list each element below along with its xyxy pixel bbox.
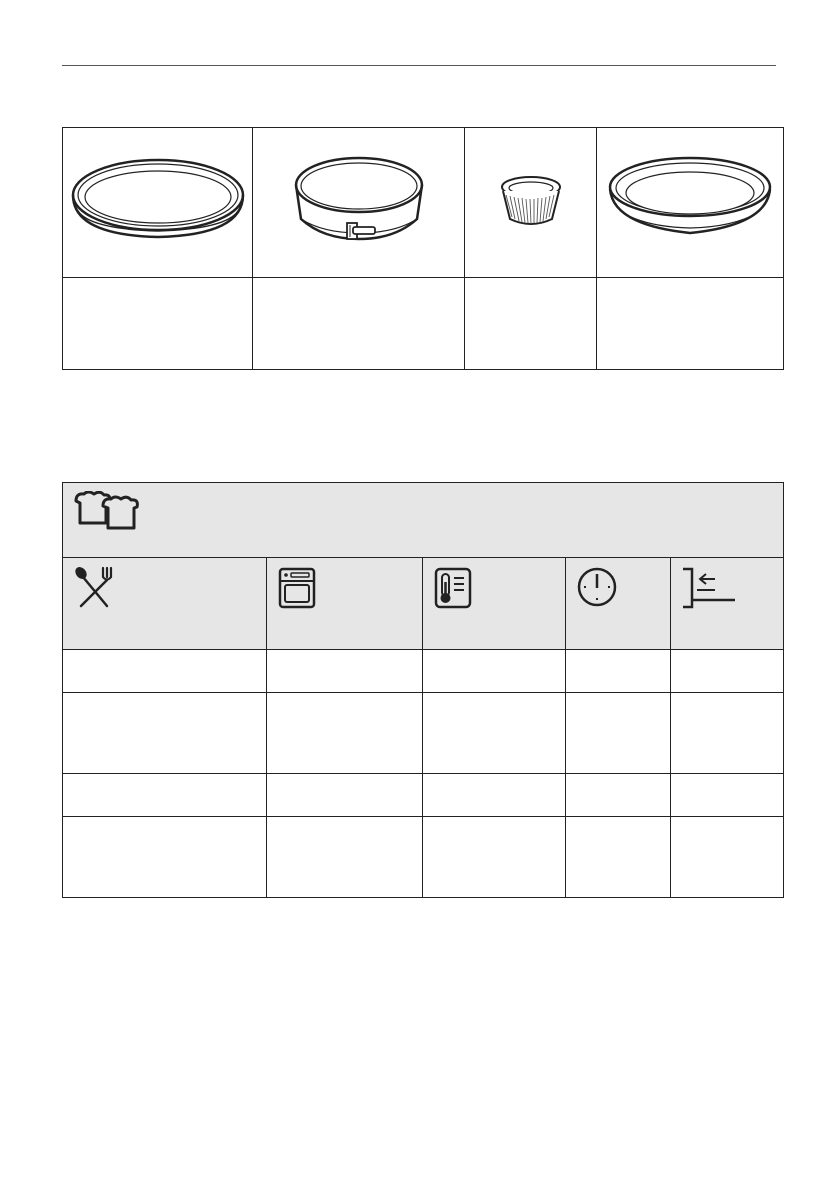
program-table — [61, 482, 785, 898]
cookware-label — [464, 277, 597, 370]
cookware-label — [596, 277, 784, 370]
cookware-cell-4 — [596, 127, 784, 278]
cookware-label — [252, 277, 465, 370]
table-cell — [266, 816, 423, 898]
cookware-image-row — [62, 127, 784, 278]
table-cell — [669, 816, 785, 898]
table-cell — [62, 649, 267, 693]
table-cell — [565, 692, 671, 774]
table-cell — [669, 692, 785, 774]
table-cell — [62, 692, 267, 774]
table-cell — [422, 649, 566, 693]
table-cell — [669, 773, 785, 817]
table-cell — [565, 816, 671, 898]
cookware-cell-3 — [464, 127, 597, 278]
deep-pie-dish-icon — [608, 156, 772, 234]
table-row — [62, 692, 785, 774]
table-cell — [565, 773, 671, 817]
column-header-function — [266, 557, 423, 650]
flat-baking-tin-icon — [71, 158, 244, 238]
program-header-row — [61, 482, 785, 558]
clock-icon — [577, 567, 617, 607]
table-cell — [266, 692, 423, 774]
table-cell — [266, 773, 423, 817]
table-cell — [62, 773, 267, 817]
program-icon-row — [62, 557, 785, 650]
column-header-dish — [62, 557, 267, 650]
table-cell — [565, 649, 671, 693]
table-cell — [669, 649, 785, 693]
cookware-table — [62, 127, 784, 370]
cutlery-icon — [75, 566, 113, 608]
column-header-shelf — [669, 557, 785, 650]
cookware-cell-1 — [62, 127, 253, 278]
cookware-label — [62, 277, 253, 370]
program-header-cell — [61, 482, 785, 558]
oven-function-icon — [278, 567, 316, 609]
table-cell — [266, 649, 423, 693]
springform-tin-icon — [294, 156, 423, 240]
top-rule — [62, 65, 776, 66]
table-cell — [62, 816, 267, 898]
ramekin-icon — [500, 175, 561, 225]
table-cell — [422, 773, 566, 817]
table-row — [62, 816, 785, 898]
column-header-time — [565, 557, 671, 650]
table-row — [62, 773, 785, 817]
table-row — [62, 649, 785, 693]
table-cell — [422, 692, 566, 774]
cookware-cell-2 — [252, 127, 465, 278]
table-cell — [422, 816, 566, 898]
shelf-position-icon — [683, 567, 735, 609]
muffins-icon — [74, 491, 139, 530]
column-header-temperature — [422, 557, 566, 650]
temperature-icon — [434, 567, 472, 609]
cookware-label-row — [62, 277, 784, 370]
